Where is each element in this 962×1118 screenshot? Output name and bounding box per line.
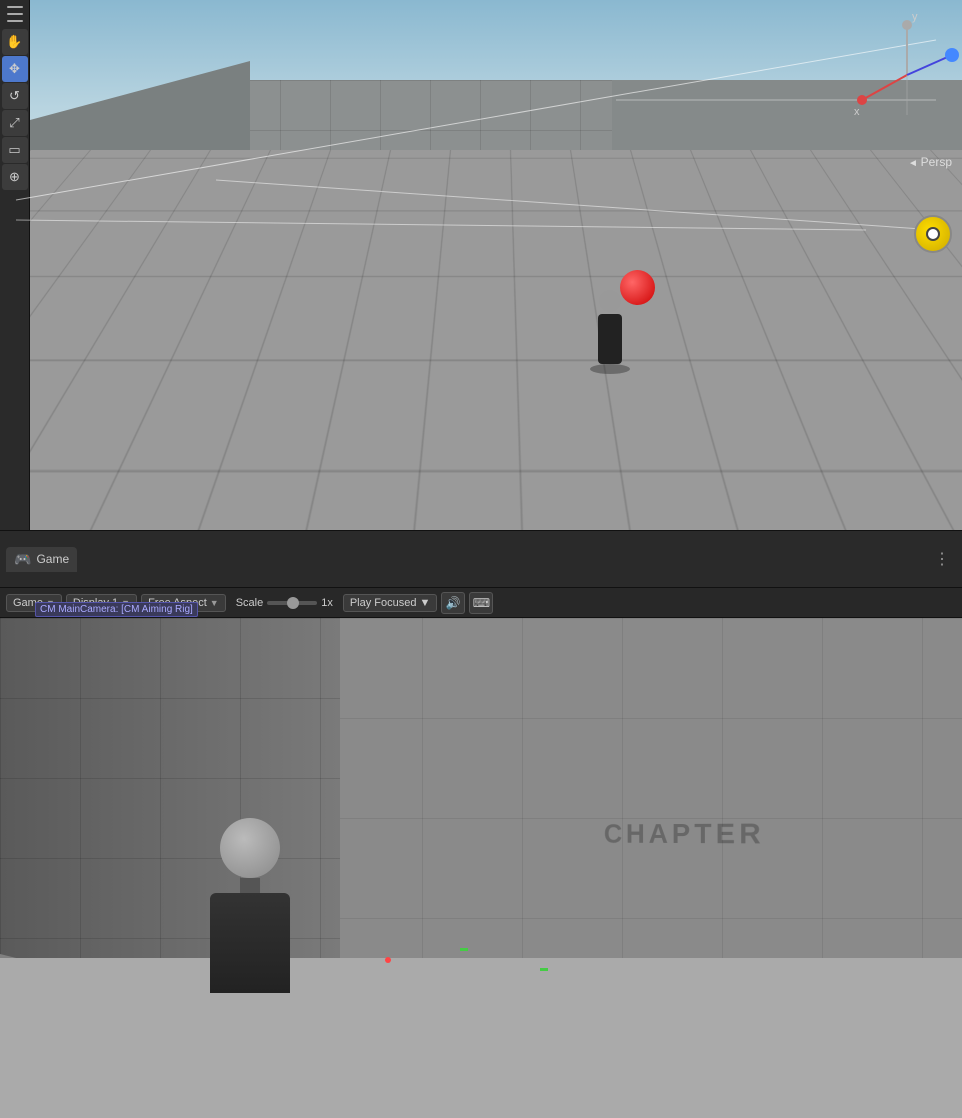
audio-button[interactable]: 🔊 (441, 592, 465, 614)
game-char-neck (240, 878, 260, 893)
persp-label: Persp (908, 155, 952, 169)
scale-slider-thumb (287, 597, 299, 609)
play-focused-label: Play Focused (350, 597, 417, 609)
keyboard-icon: ⌨ (473, 596, 490, 610)
scale-tool-button[interactable]: ⤢ (2, 110, 28, 136)
svg-text:x: x (854, 106, 860, 118)
scene-toolbar: ✋ ✥ ↺ ⤢ ▭ ⊕ (0, 0, 30, 530)
game-tab-icon: 🎮 (14, 551, 31, 568)
scale-value-label: 1x (321, 597, 333, 609)
game-character (190, 818, 310, 1018)
scale-control: Scale 1x (230, 595, 339, 611)
svg-text:y: y (912, 11, 918, 23)
game-chapter-text: CHAPTER (604, 817, 765, 851)
play-focused-dropdown[interactable]: Play Focused ▼ (343, 594, 438, 612)
game-view: CHAPTER (0, 618, 962, 1118)
scene-gizmo: y x (852, 5, 957, 120)
move-tool-button[interactable]: ✥ (2, 56, 28, 82)
audio-icon: 🔊 (446, 596, 461, 610)
game-tab-options-button[interactable]: ⋮ (928, 547, 956, 571)
character-body (598, 314, 622, 364)
camera-lens (926, 227, 940, 241)
game-char-body (210, 893, 290, 993)
play-focused-arrow-icon: ▼ (420, 597, 431, 609)
game-tab[interactable]: 🎮 Game (6, 547, 77, 572)
transform-tool-button[interactable]: ⊕ (2, 164, 28, 190)
scene-view: ✋ ✥ ↺ ⤢ ▭ ⊕ Persp y (0, 0, 962, 530)
game-tab-bar: 🎮 Game ⋮ (0, 530, 962, 588)
scale-text-label: Scale (236, 597, 264, 609)
scene-character (590, 290, 630, 370)
rect-tool-button[interactable]: ▭ (2, 137, 28, 163)
camera-label: CM MainCamera: [CM Aiming Rig] (35, 602, 198, 617)
game-char-head (220, 818, 280, 878)
game-marker-2 (540, 968, 548, 971)
aspect-arrow-icon: ▼ (210, 598, 219, 608)
hand-tool-button[interactable]: ✋ (2, 29, 28, 55)
scale-slider[interactable] (267, 601, 317, 605)
game-marker-1 (460, 948, 468, 951)
rotate-tool-button[interactable]: ↺ (2, 83, 28, 109)
hamburger-menu[interactable] (2, 4, 28, 24)
game-red-dot (385, 957, 391, 963)
game-floor (0, 958, 962, 1118)
game-tab-label: Game (36, 552, 69, 566)
keyboard-button[interactable]: ⌨ (469, 592, 493, 614)
character-head (599, 290, 621, 312)
character-shadow (590, 364, 630, 374)
camera-gizmo-icon (914, 215, 952, 253)
scene-floor (30, 150, 962, 530)
